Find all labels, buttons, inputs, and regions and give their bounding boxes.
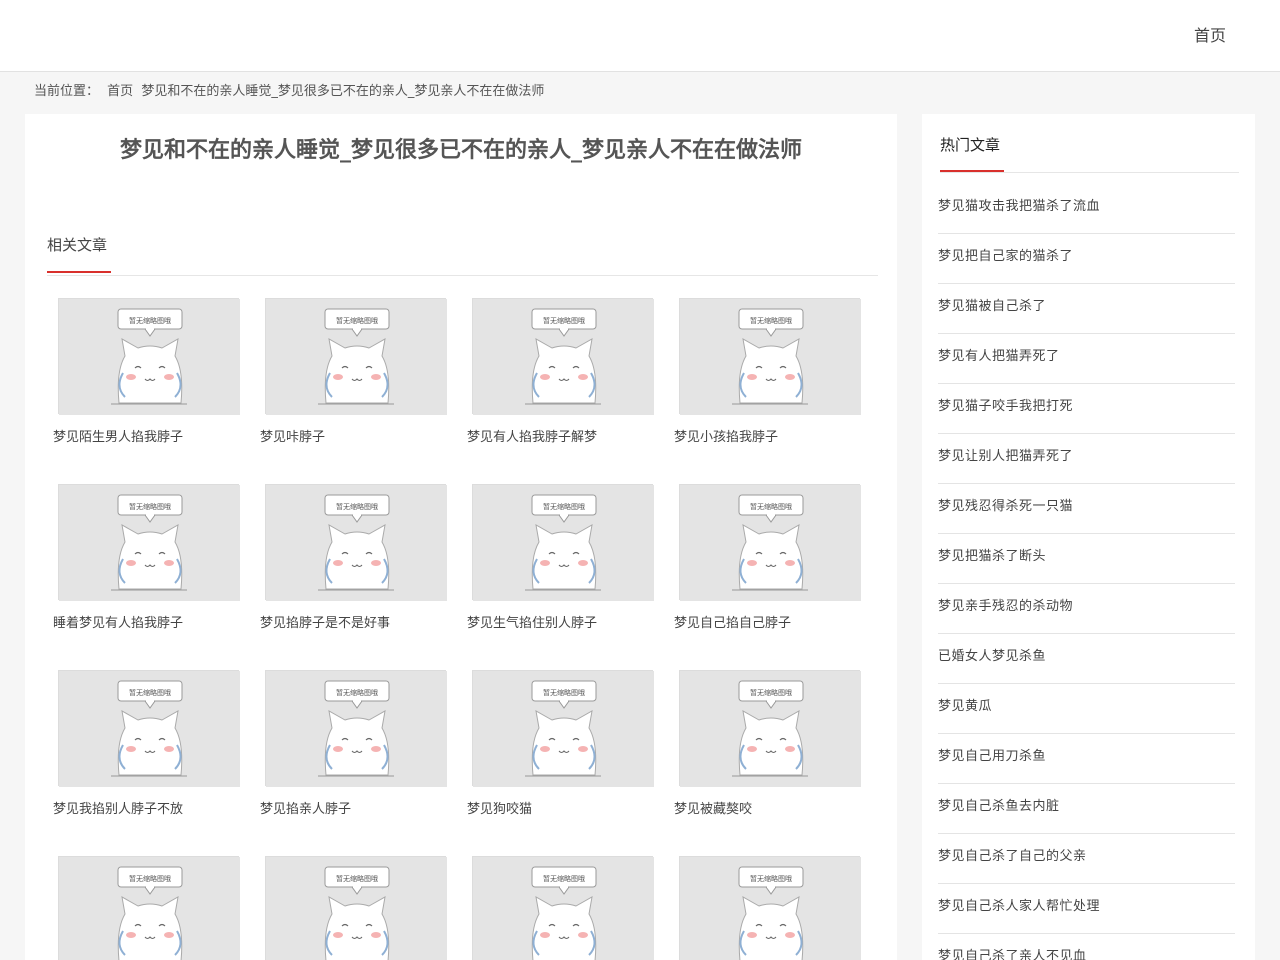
thumbnail-placeholder-image[interactable]: 暂无缩略图哦 bbox=[58, 484, 240, 601]
heading-underline bbox=[47, 271, 111, 273]
hot-article-link[interactable]: 已婚女人梦见杀鱼 bbox=[938, 634, 1235, 684]
thumbnail-caption: 暂无缩略图哦 bbox=[750, 874, 792, 883]
thumbnail-placeholder-image[interactable]: 暂无缩略图哦 bbox=[472, 298, 654, 415]
related-article-card[interactable]: 暂无缩略图哦 bbox=[668, 856, 875, 960]
hot-article-link[interactable]: 梦见自己杀人家人帮忙处理 bbox=[938, 884, 1235, 934]
related-article-title[interactable]: 梦见自己掐自己脖子 bbox=[674, 612, 875, 631]
related-articles-grid: 暂无缩略图哦 梦见陌生男人掐我脖子 暂无缩略图哦 梦见咔脖子 暂无缩略图哦 梦见… bbox=[47, 298, 887, 960]
related-article-card[interactable]: 暂无缩略图哦 梦见被藏獒咬 bbox=[668, 670, 875, 817]
thumbnail-placeholder-image[interactable]: 暂无缩略图哦 bbox=[679, 484, 861, 601]
thumbnail-caption: 暂无缩略图哦 bbox=[543, 502, 585, 511]
thumbnail-caption: 暂无缩略图哦 bbox=[543, 688, 585, 697]
hot-article-link[interactable]: 梦见自己杀鱼去内脏 bbox=[938, 784, 1235, 834]
sidebar: 热门文章 梦见猫攻击我把猫杀了流血 梦见把自己家的猫杀了 梦见猫被自己杀了 梦见有人把… bbox=[922, 114, 1255, 960]
hot-article-link[interactable]: 梦见猫子咬手我把打死 bbox=[938, 384, 1235, 434]
hot-article-link[interactable]: 梦见把猫杀了断头 bbox=[938, 534, 1235, 584]
related-article-title[interactable]: 梦见陌生男人掐我脖子 bbox=[53, 426, 254, 445]
hot-article-link[interactable]: 梦见把自己家的猫杀了 bbox=[938, 234, 1235, 284]
article-main: 梦见和不在的亲人睡觉_梦见很多已不在的亲人_梦见亲人不在在做法师 相关文章 暂无… bbox=[25, 114, 897, 960]
related-article-card[interactable]: 暂无缩略图哦 梦见狗咬猫 bbox=[461, 670, 668, 817]
hot-article-link[interactable]: 梦见自己用刀杀鱼 bbox=[938, 734, 1235, 784]
related-article-title[interactable]: 梦见生气掐住别人脖子 bbox=[467, 612, 668, 631]
hot-article-link[interactable]: 梦见猫被自己杀了 bbox=[938, 284, 1235, 334]
divider bbox=[47, 275, 878, 276]
thumbnail-placeholder-image[interactable]: 暂无缩略图哦 bbox=[58, 298, 240, 415]
related-article-card[interactable]: 暂无缩略图哦 梦见生气掐住别人脖子 bbox=[461, 484, 668, 631]
thumbnail-placeholder-image[interactable]: 暂无缩略图哦 bbox=[679, 298, 861, 415]
hot-article-link[interactable]: 梦见让别人把猫弄死了 bbox=[938, 434, 1235, 484]
hot-article-link[interactable]: 梦见有人把猫弄死了 bbox=[938, 334, 1235, 384]
related-article-title[interactable]: 梦见咔脖子 bbox=[260, 426, 461, 445]
related-article-card[interactable]: 暂无缩略图哦 bbox=[47, 856, 254, 960]
thumbnail-caption: 暂无缩略图哦 bbox=[543, 874, 585, 883]
related-article-title[interactable]: 梦见掐脖子是不是好事 bbox=[260, 612, 461, 631]
thumbnail-placeholder-image[interactable]: 暂无缩略图哦 bbox=[472, 484, 654, 601]
related-article-card[interactable]: 暂无缩略图哦 梦见小孩掐我脖子 bbox=[668, 298, 875, 445]
thumbnail-caption: 暂无缩略图哦 bbox=[336, 316, 378, 325]
nav-home-link[interactable]: 首页 bbox=[1194, 22, 1226, 46]
related-article-card[interactable]: 暂无缩略图哦 梦见掐亲人脖子 bbox=[254, 670, 461, 817]
hot-articles-list: 梦见猫攻击我把猫杀了流血 梦见把自己家的猫杀了 梦见猫被自己杀了 梦见有人把猫弄死了梦… bbox=[938, 184, 1235, 960]
thumbnail-caption: 暂无缩略图哦 bbox=[750, 688, 792, 697]
related-article-card[interactable]: 暂无缩略图哦 梦见陌生男人掐我脖子 bbox=[47, 298, 254, 445]
related-article-card[interactable]: 暂无缩略图哦 睡着梦见有人掐我脖子 bbox=[47, 484, 254, 631]
divider bbox=[940, 172, 1239, 173]
thumbnail-caption: 暂无缩略图哦 bbox=[750, 502, 792, 511]
related-articles-heading: 相关文章 bbox=[47, 236, 108, 254]
related-article-title[interactable]: 睡着梦见有人掐我脖子 bbox=[53, 612, 254, 631]
thumbnail-caption: 暂无缩略图哦 bbox=[129, 874, 171, 883]
hot-article-link[interactable]: 梦见自己杀了亲人不见血 bbox=[938, 934, 1235, 960]
thumbnail-placeholder-image[interactable]: 暂无缩略图哦 bbox=[265, 670, 447, 787]
hot-article-link[interactable]: 梦见猫攻击我把猫杀了流血 bbox=[938, 184, 1235, 234]
related-article-title[interactable]: 梦见被藏獒咬 bbox=[674, 798, 875, 817]
hot-article-link[interactable]: 梦见自己杀了自己的父亲 bbox=[938, 834, 1235, 884]
thumbnail-placeholder-image[interactable]: 暂无缩略图哦 bbox=[679, 856, 861, 960]
related-article-title[interactable]: 梦见狗咬猫 bbox=[467, 798, 668, 817]
thumbnail-caption: 暂无缩略图哦 bbox=[129, 688, 171, 697]
related-article-card[interactable]: 暂无缩略图哦 梦见咔脖子 bbox=[254, 298, 461, 445]
thumbnail-placeholder-image[interactable]: 暂无缩略图哦 bbox=[472, 856, 654, 960]
thumbnail-caption: 暂无缩略图哦 bbox=[543, 316, 585, 325]
related-article-card[interactable]: 暂无缩略图哦 bbox=[461, 856, 668, 960]
hot-article-link[interactable]: 梦见黄瓜 bbox=[938, 684, 1235, 734]
related-article-title[interactable]: 梦见有人掐我脖子解梦 bbox=[467, 426, 668, 445]
thumbnail-placeholder-image[interactable]: 暂无缩略图哦 bbox=[265, 856, 447, 960]
thumbnail-caption: 暂无缩略图哦 bbox=[129, 502, 171, 511]
thumbnail-caption: 暂无缩略图哦 bbox=[750, 316, 792, 325]
hot-article-link[interactable]: 梦见残忍得杀死一只猫 bbox=[938, 484, 1235, 534]
thumbnail-placeholder-image[interactable]: 暂无缩略图哦 bbox=[472, 670, 654, 787]
related-article-card[interactable]: 暂无缩略图哦 bbox=[254, 856, 461, 960]
related-article-title[interactable]: 梦见小孩掐我脖子 bbox=[674, 426, 875, 445]
thumbnail-caption: 暂无缩略图哦 bbox=[336, 688, 378, 697]
breadcrumb-current: 梦见和不在的亲人睡觉_梦见很多已不在的亲人_梦见亲人不在在做法师 bbox=[141, 84, 545, 99]
top-navigation-bar: 首页 bbox=[0, 0, 1280, 72]
thumbnail-placeholder-image[interactable]: 暂无缩略图哦 bbox=[58, 670, 240, 787]
thumbnail-caption: 暂无缩略图哦 bbox=[336, 874, 378, 883]
thumbnail-placeholder-image[interactable]: 暂无缩略图哦 bbox=[679, 670, 861, 787]
related-article-card[interactable]: 暂无缩略图哦 梦见我掐别人脖子不放 bbox=[47, 670, 254, 817]
related-article-card[interactable]: 暂无缩略图哦 梦见自己掐自己脖子 bbox=[668, 484, 875, 631]
thumbnail-placeholder-image[interactable]: 暂无缩略图哦 bbox=[265, 298, 447, 415]
hot-articles-heading: 热门文章 bbox=[940, 136, 1001, 154]
breadcrumb: 当前位置： 首页 梦见和不在的亲人睡觉_梦见很多已不在的亲人_梦见亲人不在在做法… bbox=[34, 80, 548, 99]
related-article-title[interactable]: 梦见掐亲人脖子 bbox=[260, 798, 461, 817]
breadcrumb-label: 当前位置： bbox=[34, 84, 100, 99]
thumbnail-caption: 暂无缩略图哦 bbox=[129, 316, 171, 325]
related-article-title[interactable]: 梦见我掐别人脖子不放 bbox=[53, 798, 254, 817]
related-article-card[interactable]: 暂无缩略图哦 梦见掐脖子是不是好事 bbox=[254, 484, 461, 631]
breadcrumb-home-link[interactable]: 首页 bbox=[107, 84, 133, 99]
thumbnail-placeholder-image[interactable]: 暂无缩略图哦 bbox=[265, 484, 447, 601]
page-title: 梦见和不在的亲人睡觉_梦见很多已不在的亲人_梦见亲人不在在做法师 bbox=[119, 138, 802, 163]
thumbnail-caption: 暂无缩略图哦 bbox=[336, 502, 378, 511]
thumbnail-placeholder-image[interactable]: 暂无缩略图哦 bbox=[58, 856, 240, 960]
related-article-card[interactable]: 暂无缩略图哦 梦见有人掐我脖子解梦 bbox=[461, 298, 668, 445]
hot-article-link[interactable]: 梦见亲手残忍的杀动物 bbox=[938, 584, 1235, 634]
